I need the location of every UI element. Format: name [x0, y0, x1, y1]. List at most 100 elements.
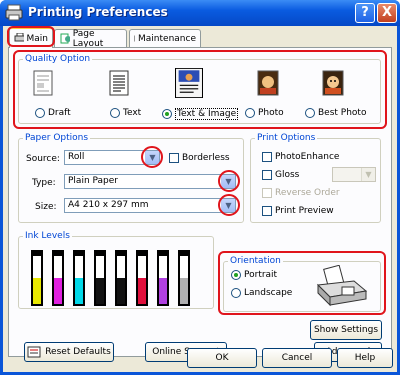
ink-cartridge-cap: [73, 250, 85, 255]
reset-icon: [27, 346, 41, 358]
quality-best-photo-option[interactable]: Best Photo: [305, 108, 366, 118]
borderless-checkbox[interactable]: [169, 153, 179, 163]
photo-radio[interactable]: [245, 108, 255, 118]
source-label: Source:: [26, 154, 60, 164]
photo-enhance-checkbox[interactable]: [262, 152, 272, 162]
quality-draft-option[interactable]: Draft: [35, 108, 71, 118]
ink-cartridge-cap: [52, 250, 64, 255]
ink-cartridge-cap: [31, 250, 43, 255]
ink-fill: [117, 277, 125, 304]
best-photo-icon: [322, 70, 344, 96]
print-preview-label: Print Preview: [275, 206, 334, 216]
print-preview-checkbox[interactable]: [262, 206, 272, 216]
source-value: Roll: [68, 152, 85, 162]
ink-cartridge: [73, 250, 85, 306]
borderless-label: Borderless: [182, 153, 230, 163]
gloss-label: Gloss: [275, 170, 300, 180]
dialog-body: Main Page Layout Maintenance Quality Opt…: [3, 26, 397, 372]
quality-photo-option[interactable]: Photo: [245, 108, 284, 118]
type-label: Type:: [32, 178, 56, 188]
size-value: A4 210 x 297 mm: [68, 200, 149, 210]
ink-fill: [33, 277, 41, 304]
quality-text-option[interactable]: Text: [110, 108, 141, 118]
main-tab-panel: Quality Option Draft Text Text & Image P…: [8, 47, 392, 362]
reset-defaults-label: Reset Defaults: [45, 347, 111, 357]
draft-label: Draft: [48, 108, 71, 118]
best-photo-radio[interactable]: [305, 108, 315, 118]
print-options-legend: Print Options: [257, 133, 316, 143]
gloss-checkbox[interactable]: [262, 170, 272, 180]
ink-fill: [159, 277, 167, 304]
reverse-order-option[interactable]: Reverse Order: [262, 188, 340, 198]
size-arrow-highlight: [218, 194, 240, 216]
chevron-down-icon[interactable]: ▼: [361, 168, 375, 181]
draft-icon: [33, 70, 53, 96]
text-radio[interactable]: [110, 108, 120, 118]
printing-preferences-window: Printing Preferences ? X Main Page Layou…: [0, 0, 400, 375]
text-icon: [109, 70, 129, 96]
printer-icon: [5, 4, 23, 21]
ink-cartridge: [31, 250, 43, 306]
maintenance-icon: [134, 35, 136, 42]
printer-orientation-icon: [316, 265, 368, 307]
photo-icon: [257, 70, 279, 96]
ink-cartridge: [52, 250, 64, 306]
ink-cartridge-cap: [115, 250, 127, 255]
window-title: Printing Preferences: [28, 5, 168, 19]
gloss-select[interactable]: ▼: [332, 167, 376, 182]
ink-fill: [138, 277, 146, 304]
reverse-order-label: Reverse Order: [275, 188, 340, 198]
size-label: Size:: [35, 202, 57, 212]
text-image-label: Text & Image: [175, 108, 239, 120]
print-preview-option[interactable]: Print Preview: [262, 206, 334, 216]
tab-maintenance-label: Maintenance: [138, 33, 196, 44]
portrait-label: Portrait: [244, 270, 278, 280]
ink-cartridges: [31, 250, 211, 306]
paper-options-legend: Paper Options: [25, 133, 89, 143]
best-photo-label: Best Photo: [318, 108, 367, 118]
photo-label: Photo: [258, 108, 284, 118]
landscape-label: Landscape: [244, 288, 293, 298]
ink-fill: [180, 277, 188, 304]
borderless-option[interactable]: Borderless: [169, 153, 230, 163]
draft-radio[interactable]: [35, 108, 45, 118]
ink-cartridge-cap: [136, 250, 148, 255]
close-button[interactable]: X: [377, 3, 397, 23]
type-select[interactable]: Plain Paper ▼: [64, 174, 236, 189]
ink-cartridge: [136, 250, 148, 306]
gloss-option[interactable]: Gloss: [262, 170, 299, 180]
ink-fill: [54, 277, 62, 304]
title-bar[interactable]: Printing Preferences ? X: [0, 0, 400, 26]
quality-text-image-option[interactable]: Text & Image: [162, 108, 239, 120]
show-settings-button[interactable]: Show Settings: [310, 320, 382, 340]
page-layout-icon: [60, 33, 70, 44]
landscape-option[interactable]: Landscape: [231, 288, 292, 298]
main-tab-highlight: [7, 26, 55, 47]
ink-cartridge-cap: [94, 250, 106, 255]
size-select[interactable]: A4 210 x 297 mm ▼: [64, 198, 236, 213]
landscape-radio[interactable]: [231, 288, 241, 298]
photo-enhance-option[interactable]: PhotoEnhance: [262, 152, 339, 162]
reverse-order-checkbox[interactable]: [262, 188, 272, 198]
cancel-button[interactable]: Cancel: [262, 348, 332, 368]
reset-defaults-button[interactable]: Reset Defaults: [24, 342, 114, 362]
photo-enhance-label: PhotoEnhance: [275, 152, 340, 162]
ink-levels-legend: Ink Levels: [25, 231, 70, 241]
ok-button[interactable]: OK: [187, 348, 257, 368]
ink-cartridge: [178, 250, 190, 306]
type-arrow-highlight: [218, 170, 240, 192]
text-image-radio[interactable]: [162, 109, 172, 119]
ink-cartridge-cap: [178, 250, 190, 255]
ink-cartridge-cap: [157, 250, 169, 255]
ink-cartridge: [94, 250, 106, 306]
text-label: Text: [123, 108, 142, 118]
type-value: Plain Paper: [68, 176, 118, 186]
portrait-option[interactable]: Portrait: [231, 270, 277, 280]
tab-maintenance[interactable]: Maintenance: [129, 29, 201, 47]
tab-page-layout[interactable]: Page Layout: [54, 29, 127, 49]
ink-cartridge: [115, 250, 127, 306]
ink-fill: [96, 277, 104, 304]
portrait-radio[interactable]: [231, 270, 241, 280]
help-title-button[interactable]: ?: [355, 3, 375, 23]
help-button[interactable]: Help: [337, 348, 393, 368]
